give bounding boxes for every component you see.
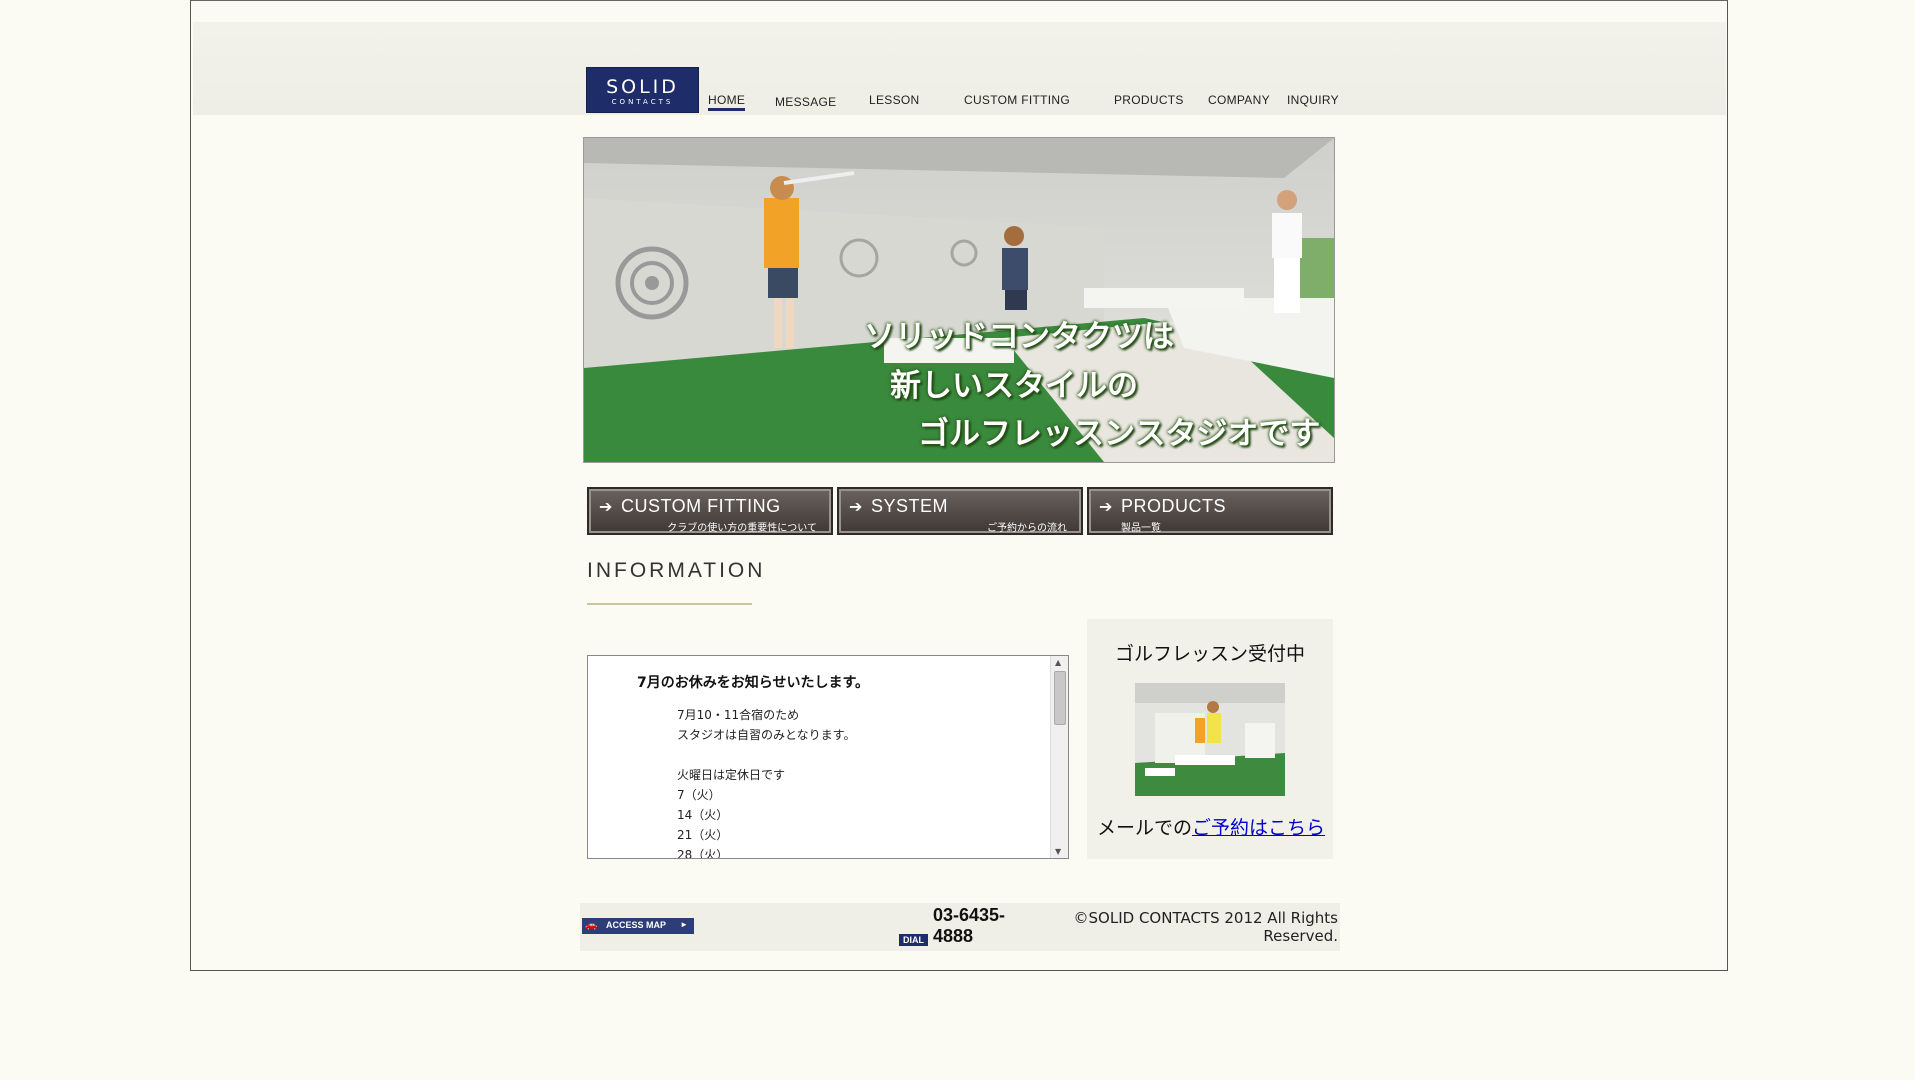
- news-title: 7月のお休みをお知らせいたします。: [637, 675, 870, 691]
- arrow-right-icon: ➔: [599, 497, 613, 516]
- news-line: 7（火）: [677, 788, 721, 802]
- nav-message[interactable]: MESSAGE: [775, 95, 836, 109]
- news-line: 14（火）: [677, 808, 729, 822]
- nav-home[interactable]: HOME: [708, 93, 746, 111]
- news-line: 火曜日は定休日です: [677, 768, 786, 782]
- system-button[interactable]: ➔ SYSTEM ご予約からの流れ: [837, 487, 1083, 535]
- lesson-title: ゴルフレッスン受付中: [1114, 643, 1305, 665]
- scroll-up-arrow-icon[interactable]: ▲: [1055, 658, 1061, 667]
- products-button-sub: 製品一覧: [1121, 523, 1161, 534]
- system-button-sub: ご予約からの流れ: [987, 523, 1067, 534]
- news-scrollbar[interactable]: ▲ ▼: [1050, 656, 1068, 858]
- custom-fitting-button-label: CUSTOM FITTING: [621, 496, 781, 516]
- access-map-label: ACCESS MAP: [606, 920, 667, 930]
- news-line: 21（火）: [677, 828, 729, 842]
- lesson-panel: ゴルフレッスン受付中 メールでのご予約はこちら: [1087, 619, 1333, 859]
- footer: 🚗 ACCESS MAP ► DIAL 03-6435-4888 ©SOLID …: [580, 903, 1340, 951]
- access-map-button[interactable]: 🚗 ACCESS MAP ►: [582, 918, 694, 934]
- scroll-thumb[interactable]: [1054, 671, 1066, 725]
- lesson-photo-image: [1135, 683, 1285, 796]
- arrow-right-icon: ➔: [1099, 497, 1113, 516]
- system-button-label: SYSTEM: [871, 496, 949, 516]
- products-button[interactable]: ➔ PRODUCTS 製品一覧: [1087, 487, 1333, 535]
- news-line: 28（火）: [677, 848, 729, 858]
- hero-caption-line-1: ソリッドコンタクツは: [864, 319, 1174, 355]
- dial-badge: DIAL: [899, 934, 928, 946]
- hero-banner: ソリッドコンタクツは 新しいスタイルの ゴルフレッスンスタジオです: [583, 137, 1335, 463]
- site-logo[interactable]: SOLID CONTACTS: [586, 67, 699, 113]
- logo-wordmark: SOLID: [606, 76, 679, 98]
- hero-caption-line-3: ゴルフレッスンスタジオです: [918, 416, 1321, 452]
- nav-products[interactable]: PRODUCTS: [1114, 93, 1184, 107]
- custom-fitting-button[interactable]: ➔ CUSTOM FITTING クラブの使い方の重要性について: [587, 487, 833, 535]
- lesson-cta: メールでのご予約はこちら: [1097, 813, 1325, 840]
- car-icon: 🚗: [585, 920, 598, 931]
- news-line: スタジオは自習のみとなります。: [677, 728, 856, 742]
- news-line: 7月10・11合宿のため: [677, 708, 800, 722]
- hero-caption-line-2: 新しいスタイルの: [890, 368, 1138, 404]
- news-content: 7月のお休みをお知らせいたします。 7月10・11合宿のため スタジオは自習のみ…: [588, 656, 1050, 858]
- nav-inquiry[interactable]: INQUIRY: [1287, 93, 1339, 107]
- custom-fitting-button-sub: クラブの使い方の重要性について: [667, 523, 817, 534]
- play-arrow-icon: ►: [680, 920, 688, 929]
- header-band: [193, 22, 1726, 115]
- scroll-down-arrow-icon[interactable]: ▼: [1055, 847, 1061, 856]
- reservation-link[interactable]: ご予約はこちら: [1192, 817, 1325, 839]
- information-heading: INFORMATION: [587, 559, 766, 582]
- nav-company[interactable]: COMPANY: [1208, 93, 1270, 107]
- lesson-photo[interactable]: [1135, 683, 1285, 796]
- hero-caption: ソリッドコンタクツは 新しいスタイルの ゴルフレッスンスタジオです: [584, 138, 1334, 462]
- nav-lesson[interactable]: LESSON: [869, 93, 920, 107]
- products-button-label: PRODUCTS: [1121, 496, 1227, 516]
- logo-subtext: CONTACTS: [611, 98, 674, 106]
- information-underline: [587, 603, 752, 605]
- lesson-cta-prefix: メールでの: [1097, 817, 1193, 839]
- nav-custom-fitting[interactable]: CUSTOM FITTING: [964, 93, 1070, 107]
- copyright: ©SOLID CONTACTS 2012 All Rights Reserved…: [1073, 909, 1338, 945]
- phone-number: 03-6435-4888: [933, 905, 1006, 946]
- news-scroll-box[interactable]: 7月のお休みをお知らせいたします。 7月10・11合宿のため スタジオは自習のみ…: [587, 655, 1069, 859]
- arrow-right-icon: ➔: [849, 497, 863, 516]
